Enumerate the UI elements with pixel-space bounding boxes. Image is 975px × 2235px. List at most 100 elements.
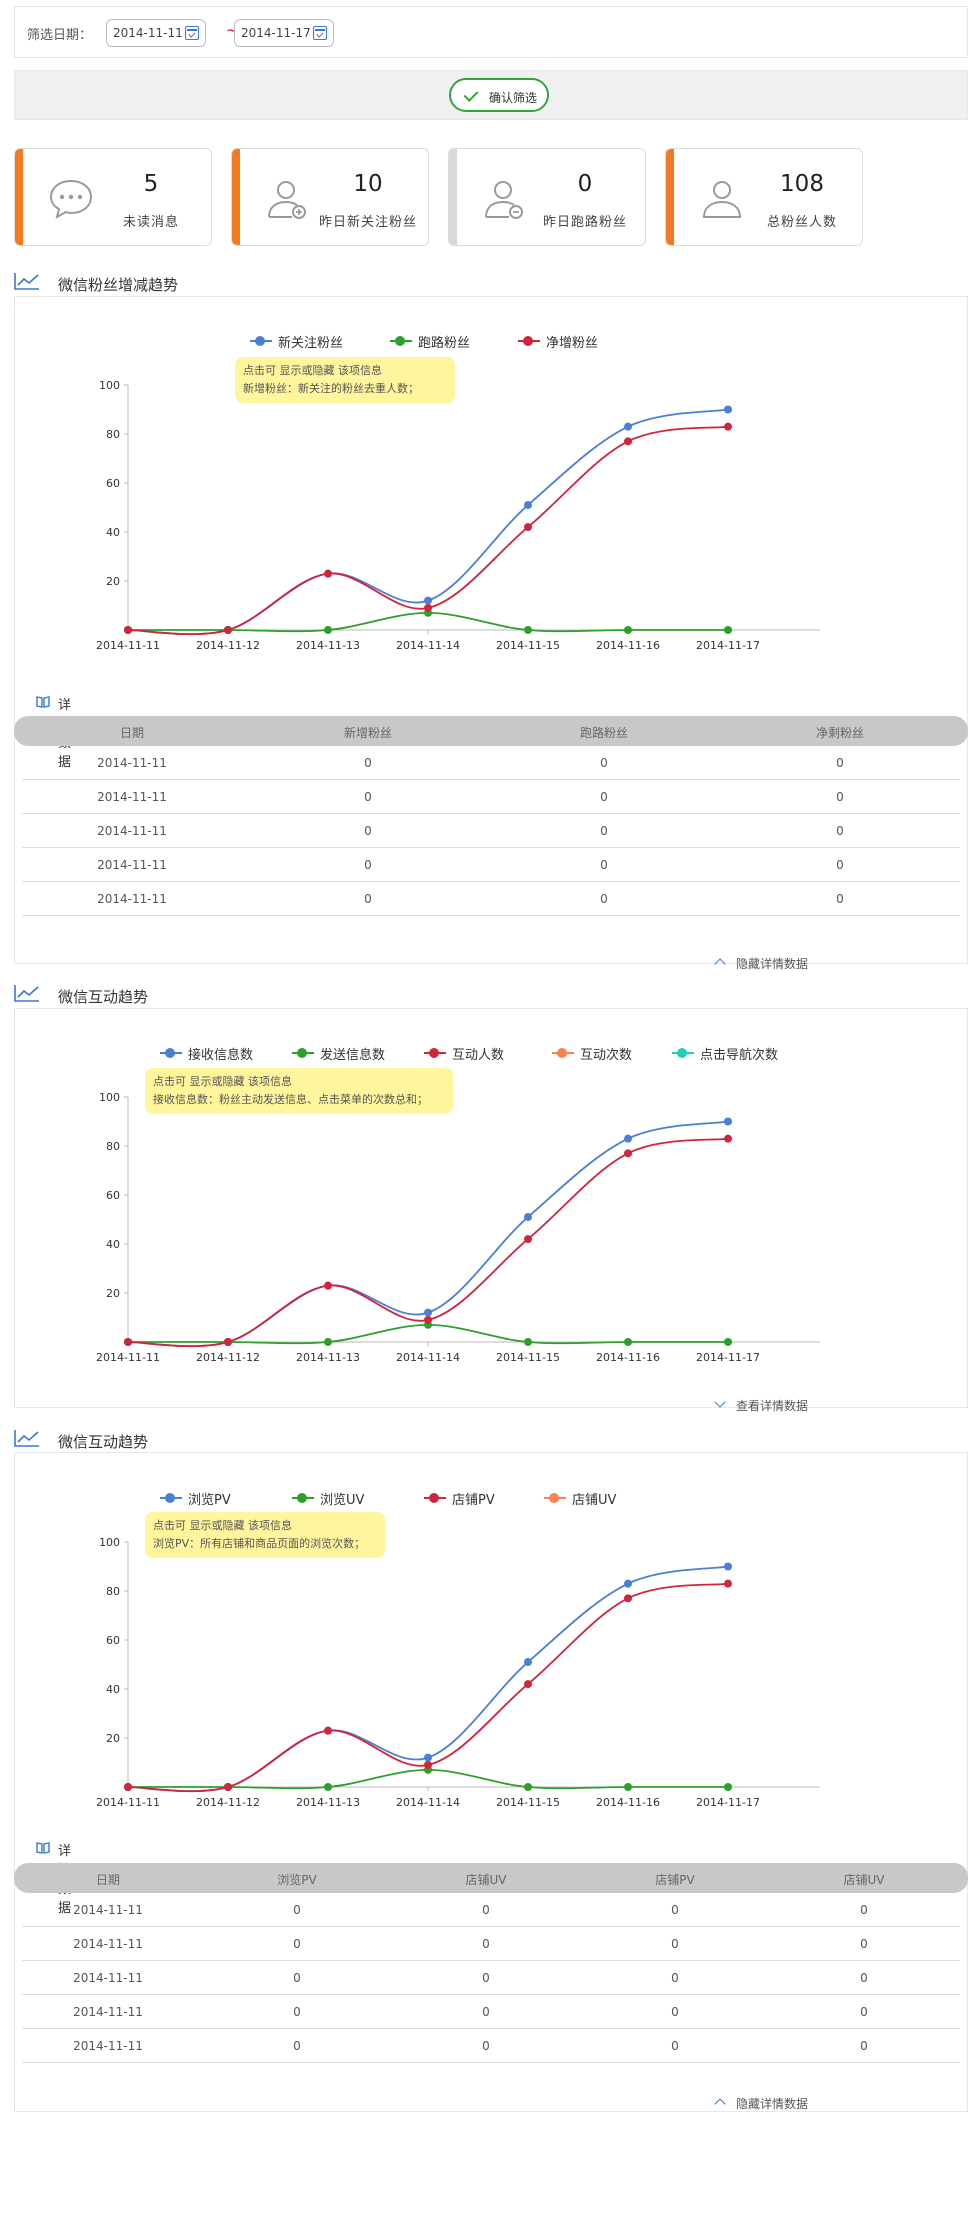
y-tick-label: 80 [106, 1140, 120, 1153]
data-point [224, 1783, 232, 1791]
data-point [724, 1579, 732, 1588]
x-tick-label: 2014-11-11 [96, 1351, 160, 1364]
data-point [424, 1760, 432, 1769]
table-cell: 0 [671, 1903, 679, 1917]
table-cell: 0 [671, 1937, 679, 1951]
stat-value: 5 [143, 171, 159, 197]
legend-marker-icon [292, 1493, 314, 1503]
stat-card[interactable]: 0 昨日跑路粉丝 [448, 148, 646, 246]
stat-card-accent [449, 149, 457, 245]
table-cell: 2014-11-11 [73, 2039, 143, 2053]
table-cell: 0 [836, 756, 844, 770]
y-tick-label: 40 [106, 1238, 120, 1251]
y-tick-label: 80 [106, 428, 120, 441]
end-date-input[interactable]: 2014-11-17 [234, 19, 334, 47]
stat-card[interactable]: 5 未读消息 [14, 148, 212, 246]
data-point [524, 1213, 532, 1222]
y-tick-label: 40 [106, 1683, 120, 1696]
table-cell: 0 [293, 1937, 301, 1951]
book-icon [36, 696, 50, 708]
data-point [624, 626, 632, 634]
data-point [524, 1783, 532, 1791]
user-icon [700, 177, 744, 221]
data-point [424, 603, 432, 612]
table-row: 2014-11-11 0 0 0 0 [22, 2029, 960, 2063]
calendar-icon[interactable] [313, 26, 327, 40]
y-tick-label: 20 [106, 575, 120, 588]
table-cell: 2014-11-11 [97, 858, 167, 872]
table-cell: 0 [482, 1903, 490, 1917]
data-point [124, 1783, 132, 1791]
table-cell: 0 [860, 1937, 868, 1951]
table-cell: 0 [836, 858, 844, 872]
data-point [524, 1658, 532, 1667]
chart-legend: 新关注粉丝 跑路粉丝 净增粉丝 [250, 331, 650, 351]
filter-date-label: 筛选日期： [27, 28, 93, 43]
y-tick-label: 100 [99, 1536, 120, 1549]
table-cell: 0 [860, 2039, 868, 2053]
table-cell: 0 [293, 2005, 301, 2019]
confirm-filter-button[interactable]: 确认筛选 [449, 78, 549, 112]
calendar-icon[interactable] [185, 26, 199, 40]
table-cell: 0 [293, 2039, 301, 2053]
interaction-trend-chart: 20 40 60 80 100 2014-11-11 2014-11-12 2014-11-1… [96, 1091, 820, 1364]
x-tick-label: 2014-11-13 [296, 1796, 360, 1809]
table-row: 2014-11-11 0 0 0 0 [22, 1893, 960, 1927]
data-point [424, 1308, 432, 1317]
toggle-label: 查看详情数据 [736, 1399, 809, 1413]
legend-label: 浏览PV [188, 1493, 231, 1508]
x-tick-label: 2014-11-16 [596, 639, 660, 652]
data-point [524, 1680, 532, 1689]
y-tick-label: 20 [106, 1732, 120, 1745]
stat-card[interactable]: 108 总粉丝人数 [665, 148, 863, 246]
start-date-input[interactable]: 2014-11-11 [106, 19, 206, 47]
user-add-icon [266, 177, 310, 221]
data-point [724, 1783, 732, 1791]
line-chart-icon [14, 273, 39, 290]
table-cell: 2014-11-11 [73, 2005, 143, 2019]
chart-legend: 浏览PV 浏览UV 店铺PV 店铺UV [160, 1488, 800, 1508]
table-column-header: 日期 [119, 726, 145, 740]
x-tick-label: 2014-11-16 [596, 1796, 660, 1809]
stat-value: 108 [780, 171, 824, 197]
table-cell: 0 [293, 1903, 301, 1917]
table-cell: 0 [600, 756, 608, 770]
table-header: 日期 浏览PV 店铺UV 店铺PV 店铺UV [14, 1863, 968, 1893]
x-tick-label: 2014-11-15 [496, 1796, 560, 1809]
table-cell: 0 [364, 756, 372, 770]
stat-label: 昨日新关注粉丝 [318, 215, 417, 230]
data-point [324, 626, 332, 634]
stat-card[interactable]: 10 昨日新关注粉丝 [231, 148, 429, 246]
table-cell: 0 [364, 824, 372, 838]
legend-marker-icon [552, 1048, 574, 1058]
section-title: 微信粉丝增减趋势 [58, 276, 179, 294]
legend-label: 店铺UV [572, 1493, 617, 1508]
check-icon [463, 87, 479, 102]
data-point [624, 1149, 632, 1158]
legend-label: 点击导航次数 [700, 1048, 779, 1063]
table-cell: 0 [600, 858, 608, 872]
x-tick-label: 2014-11-17 [696, 639, 760, 652]
table-row: 2014-11-11 0 0 0 0 [22, 1995, 960, 2029]
legend-marker-icon [160, 1493, 182, 1503]
legend-label: 净增粉丝 [546, 336, 599, 351]
table-cell: 0 [836, 892, 844, 906]
stat-value: 10 [353, 171, 383, 197]
data-point [724, 1562, 732, 1571]
x-tick-label: 2014-11-14 [396, 1351, 460, 1364]
data-point [324, 1338, 332, 1346]
table-cell: 0 [364, 858, 372, 872]
toggle-label: 隐藏详情数据 [736, 957, 809, 971]
data-point [624, 1134, 632, 1143]
table-row: 2014-11-11 0 0 0 [22, 814, 960, 848]
data-point [624, 422, 632, 431]
legend-label: 互动人数 [452, 1048, 505, 1063]
data-point [324, 1783, 332, 1791]
data-point [424, 1315, 432, 1324]
legend-marker-icon [250, 336, 272, 346]
table-cell: 0 [671, 1971, 679, 1985]
line-chart-icon [14, 1430, 39, 1447]
data-point [324, 1726, 332, 1735]
data-point [624, 1594, 632, 1603]
table-cell: 0 [482, 2039, 490, 2053]
